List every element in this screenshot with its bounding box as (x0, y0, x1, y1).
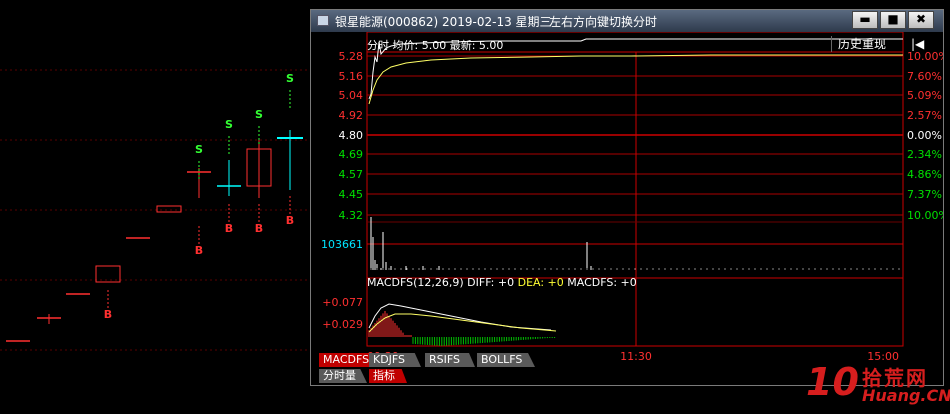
price-label-right: 5.09% (907, 89, 942, 102)
time-label: 11:30 (620, 350, 652, 363)
price-label-left: 5.16 (339, 70, 364, 83)
sell-marker: S (255, 108, 263, 121)
tab-volume[interactable]: 分时量 (319, 369, 367, 383)
price-label-right: 0.00% (907, 129, 942, 142)
price-label-right: 4.86% (907, 168, 942, 181)
chart-frame (366, 32, 904, 347)
price-info: 分时 均价: 5.00 最新: 5.00 (367, 39, 504, 52)
macd-tick-labels: +0.077 +0.029 (322, 296, 363, 331)
sell-marker: S (225, 118, 233, 131)
price-label-right: 2.57% (907, 109, 942, 122)
site-logo: 10 拾荒网 Huang.CN (806, 360, 950, 408)
tab-kdjfs[interactable]: KDJFS (369, 353, 421, 367)
tab-macdfs[interactable]: MACDFS (319, 353, 375, 367)
price-label-right: 10.00% (907, 209, 943, 222)
intraday-chart[interactable]: 5.28 10.00% 5.16 7.60% 5.04 5.09% 4.92 2.57% 4.8… (311, 32, 943, 385)
macd-tick: +0.029 (322, 318, 363, 331)
history-replay-button[interactable]: 历史重现 (831, 36, 909, 52)
window-titlebar[interactable]: 银星能源(000862) 2019-02-13 星期三 左右方向键切换分时 ▬ … (311, 10, 943, 32)
bg-grid (0, 69, 310, 351)
macd-label-main: MACDFS(12,26,9) DIFF: +0 (367, 276, 518, 289)
buy-marker: B (225, 222, 233, 235)
tab-rsifs[interactable]: RSIFS (425, 353, 475, 367)
sell-marker: S (195, 143, 203, 156)
window-title: 银星能源(000862) 2019-02-13 星期三 (335, 15, 552, 29)
sell-marker: S (286, 72, 294, 85)
minimize-button[interactable]: ▬ (852, 11, 878, 29)
window-hint: 左右方向键切换分时 (549, 15, 658, 29)
macd-diff-line (368, 303, 552, 331)
close-button[interactable]: ✖ (908, 11, 934, 29)
logo-number: 10 (806, 360, 859, 404)
volume-label: 103661 (321, 238, 363, 251)
history-back-icon[interactable]: |◀ (911, 36, 933, 52)
buy-marker: B (195, 244, 203, 257)
tab-bollfs[interactable]: BOLLFS (477, 353, 535, 367)
app-icon (317, 15, 329, 26)
price-label-left: 4.32 (339, 209, 364, 222)
intraday-window[interactable]: 银星能源(000862) 2019-02-13 星期三 左右方向键切换分时 ▬ … (310, 9, 944, 386)
maximize-button[interactable]: ■ (880, 11, 906, 29)
price-label-left: 4.80 (339, 129, 364, 142)
macd-tick: +0.077 (322, 296, 363, 309)
buy-marker: B (255, 222, 263, 235)
buy-marker: B (104, 308, 112, 321)
logo-en: Huang.CN (862, 386, 950, 405)
price-grid (367, 55, 903, 216)
price-label-left: 4.57 (339, 168, 364, 181)
price-label-left: 4.69 (339, 148, 364, 161)
price-label-left: 4.45 (339, 188, 364, 201)
buy-marker: B (286, 214, 294, 227)
price-label-right: 2.34% (907, 148, 942, 161)
price-label-left: 5.04 (339, 89, 364, 102)
macd-info: MACDFS(12,26,9) DIFF: +0 DEA: +0 MACDFS:… (367, 276, 637, 289)
bg-candles (6, 130, 303, 342)
price-label-left: 4.92 (339, 109, 364, 122)
tab-indicator[interactable]: 指标 (369, 369, 407, 383)
macd-label-tail: MACDFS: +0 (563, 276, 637, 289)
price-label-left: 5.28 (339, 50, 364, 63)
macd-label-dea: DEA: +0 (517, 276, 564, 289)
price-label-right: 7.60% (907, 70, 942, 83)
price-label-right: 7.37% (907, 188, 942, 201)
bg-candle (156, 205, 182, 213)
